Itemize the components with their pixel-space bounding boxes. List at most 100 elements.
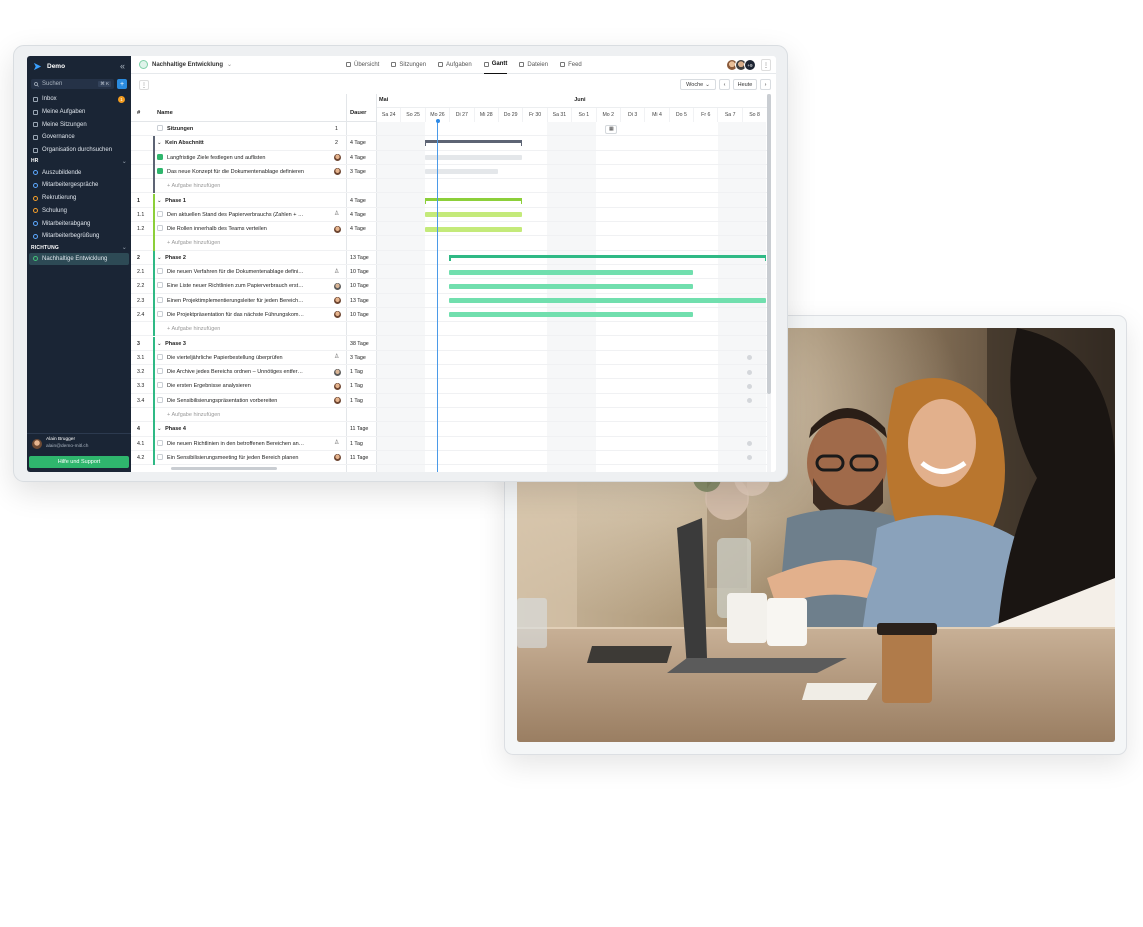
table-row[interactable]: 3.2 Die Archive jedes Bereichs ordnen – U… xyxy=(131,365,771,380)
add-button[interactable]: + xyxy=(117,79,127,89)
checkbox[interactable] xyxy=(157,310,163,317)
checkbox[interactable] xyxy=(157,225,163,232)
tab-3[interactable]: Gantt xyxy=(483,56,508,74)
chevron-down-icon[interactable]: ⌄ xyxy=(157,255,163,261)
checkbox[interactable] xyxy=(157,453,163,460)
table-row[interactable]: 3.1 Die vierteljährliche Papierbestellung… xyxy=(131,351,771,366)
sidebar-item-hr-2[interactable]: Rekrutierung xyxy=(27,192,131,205)
chevron-down-icon[interactable]: ⌄ xyxy=(157,198,163,204)
table-row[interactable]: 3.4 Die Sensibilisierungspräsentation vor… xyxy=(131,394,771,408)
add-task-row[interactable]: + Aufgabe hinzufügen xyxy=(131,236,771,251)
task-bar[interactable] xyxy=(449,269,694,275)
search-input[interactable]: Suchen ⌘ K xyxy=(31,79,114,89)
add-task-row[interactable]: + Aufgabe hinzufügen xyxy=(131,408,771,423)
task-bar[interactable] xyxy=(424,212,523,218)
unscheduled-marker[interactable] xyxy=(746,441,752,447)
chevron-down-icon[interactable]: ⌄ xyxy=(157,341,163,347)
sidebar-item-hr-4[interactable]: Mitarbeiterabgang xyxy=(27,217,131,230)
assignee-avatar[interactable] xyxy=(334,368,341,376)
more-options-button[interactable]: ⋮ xyxy=(761,59,771,71)
chevron-down-icon[interactable]: ⌄ xyxy=(157,426,163,432)
task-bar[interactable] xyxy=(424,169,498,175)
assignee-avatar[interactable] xyxy=(334,225,341,233)
sidebar-section-hr[interactable]: HR ⌄ xyxy=(27,156,131,166)
tab-1[interactable]: Sitzungen xyxy=(391,56,426,74)
task-bar[interactable] xyxy=(449,283,694,289)
sidebar-section-richtung[interactable]: RICHTUNG ⌄ xyxy=(27,243,131,253)
checked-checkbox[interactable] xyxy=(157,167,163,174)
checkbox[interactable] xyxy=(157,353,163,360)
table-row[interactable]: 2 ⌄ Phase 2 13 Tage xyxy=(131,251,771,265)
sidebar-item-hr-5[interactable]: Mitarbeiterbegrüßung xyxy=(27,230,131,243)
add-task-row[interactable]: + Aufgabe hinzufügen xyxy=(131,322,771,337)
checkbox[interactable] xyxy=(157,296,163,303)
view-select[interactable]: Woche ⌄ xyxy=(680,79,716,90)
tab-2[interactable]: Aufgaben xyxy=(438,56,472,74)
task-bar[interactable] xyxy=(424,226,523,232)
tab-4[interactable]: Dateien xyxy=(519,56,548,74)
checkbox[interactable] xyxy=(157,396,163,403)
summary-bar[interactable] xyxy=(449,254,767,261)
checkbox[interactable] xyxy=(157,210,163,217)
sidebar-item-1[interactable]: Meine Aufgaben xyxy=(27,106,131,119)
assignee-avatar[interactable] xyxy=(334,154,341,162)
table-row[interactable]: 4.1 Die neuen Richtlinien in den betroffe… xyxy=(131,437,771,451)
next-button[interactable]: › xyxy=(760,79,771,90)
summary-bar[interactable] xyxy=(424,140,523,147)
sidebar-item-richtung-0[interactable]: Nachhaltige Entwicklung xyxy=(29,252,129,266)
assign-user-icon[interactable]: ♙ xyxy=(334,440,341,447)
checkbox[interactable] xyxy=(157,368,163,375)
assign-user-icon[interactable]: ♙ xyxy=(334,354,341,361)
sidebar-item-hr-3[interactable]: Schulung xyxy=(27,205,131,218)
sidebar-item-4[interactable]: Organisation durchsuchen xyxy=(27,144,131,157)
sidebar-item-hr-1[interactable]: Mitarbeitergespräche xyxy=(27,179,131,192)
prev-button[interactable]: ‹ xyxy=(719,79,730,90)
project-selector[interactable]: Nachhaltige Entwicklung ⌄ xyxy=(131,60,346,69)
checkbox[interactable] xyxy=(157,439,163,446)
task-bar[interactable] xyxy=(449,312,694,318)
assignee-avatar[interactable] xyxy=(334,454,341,462)
scrollbar-thumb[interactable] xyxy=(767,94,771,394)
table-row[interactable]: 3.3 Die ersten Ergebnisse analysieren 1 Ta… xyxy=(131,379,771,394)
member-avatars[interactable]: +9 ⋮ xyxy=(726,59,771,71)
assignee-avatar[interactable] xyxy=(334,382,341,390)
unscheduled-marker[interactable] xyxy=(746,383,752,389)
task-bar[interactable] xyxy=(424,155,523,161)
assignee-avatar[interactable] xyxy=(334,282,341,290)
assignee-avatar[interactable] xyxy=(334,311,341,319)
checkbox[interactable] xyxy=(157,268,163,274)
help-support-button[interactable]: Hilfe und Support xyxy=(29,456,129,468)
checked-checkbox[interactable] xyxy=(157,153,163,160)
tab-0[interactable]: Übersicht xyxy=(346,56,379,74)
vertical-scrollbar[interactable] xyxy=(767,94,771,472)
assignee-avatar[interactable] xyxy=(334,397,341,405)
table-row[interactable]: 4.2 Ein Sensibilisierungsmeeting für jede… xyxy=(131,451,771,466)
assignee-avatar[interactable] xyxy=(334,297,341,305)
gantt-more-button[interactable]: ⋮ xyxy=(139,80,149,90)
today-button[interactable]: Heute xyxy=(733,79,757,90)
task-bar[interactable] xyxy=(449,298,767,304)
user-profile[interactable]: Alain Brugger alain@demo-mitl.ch xyxy=(27,433,131,453)
chevron-down-icon[interactable]: ⌄ xyxy=(157,140,163,146)
unscheduled-marker[interactable] xyxy=(746,369,752,375)
checkbox[interactable] xyxy=(157,282,163,289)
table-row[interactable]: ⌄ Kein Abschnitt 2 4 Tage xyxy=(131,136,771,151)
table-row[interactable]: 1 ⌄ Phase 1 4 Tage xyxy=(131,194,771,208)
tab-5[interactable]: Feed xyxy=(560,56,582,74)
add-task-row[interactable]: + Aufgabe hinzufügen xyxy=(131,179,771,194)
collapse-sidebar-icon[interactable]: « xyxy=(120,61,125,71)
table-row[interactable]: 4 ⌄ Phase 4 11 Tage xyxy=(131,422,771,437)
sidebar-item-hr-0[interactable]: Auszubildende xyxy=(27,166,131,179)
table-row[interactable]: 3 ⌄ Phase 3 38 Tage xyxy=(131,337,771,351)
checkbox[interactable] xyxy=(157,382,163,389)
session-calendar-icon[interactable]: ▦ xyxy=(605,124,618,134)
assignee-avatar[interactable] xyxy=(334,168,341,176)
assign-user-icon[interactable]: ♙ xyxy=(334,269,341,276)
sidebar-item-3[interactable]: Governance xyxy=(27,131,131,144)
summary-bar[interactable] xyxy=(424,197,523,204)
sidebar-item-2[interactable]: Meine Sitzungen xyxy=(27,118,131,131)
table-row[interactable]: Sitzungen 1 xyxy=(131,122,771,137)
sidebar-item-0[interactable]: Inbox 1 xyxy=(27,93,131,106)
horizontal-scrollbar[interactable] xyxy=(171,467,277,470)
assign-user-icon[interactable]: ♙ xyxy=(334,211,341,218)
